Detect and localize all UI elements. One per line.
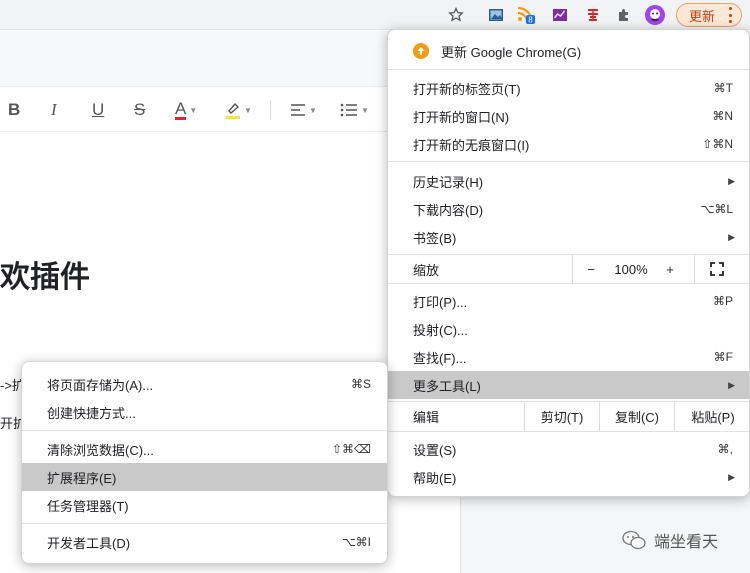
menu-separator — [388, 161, 749, 162]
toolbar-divider — [270, 100, 271, 120]
menu-item-more-tools[interactable]: 更多工具(L) ▶ — [388, 371, 749, 399]
menu-item-label: 帮助(E) — [413, 470, 457, 486]
menu-item-shortcut: ⌘F — [713, 350, 733, 364]
strikethrough-icon[interactable]: S — [134, 100, 145, 120]
menu-item-label: 查找(F)... — [413, 350, 467, 366]
highlight-color-icon[interactable]: ▼ — [225, 100, 252, 120]
submenu-item-create-shortcut[interactable]: 创建快捷方式... — [22, 400, 387, 424]
menu-item-label: 清除浏览数据(C)... — [47, 442, 154, 458]
menu-item-bookmarks[interactable]: 书签(B) ▶ — [388, 225, 749, 249]
watermark-text: 端坐看天 — [654, 534, 719, 551]
bookmark-star-icon[interactable] — [447, 6, 465, 24]
menu-item-label: 打开新的无痕窗口(I) — [413, 137, 530, 153]
menu-item-label: 投射(C)... — [413, 322, 468, 338]
zoom-out-button[interactable]: − — [580, 258, 602, 280]
chart-extension-icon[interactable] — [551, 6, 569, 24]
menu-separator — [388, 69, 749, 70]
menu-item-incognito[interactable]: 打开新的无痕窗口(I) ⇧⌘N — [388, 132, 749, 156]
red-extension-icon[interactable] — [584, 6, 602, 24]
menu-item-label: 将页面存储为(A)... — [47, 377, 154, 393]
underline-icon[interactable]: U — [92, 100, 104, 120]
paste-button[interactable]: 粘贴(P) — [675, 403, 749, 429]
italic-icon[interactable]: I — [51, 100, 57, 120]
menu-item-label: 下载内容(D) — [413, 202, 484, 218]
menu-separator — [22, 523, 387, 524]
image-extension-icon[interactable] — [487, 6, 505, 24]
menu-item-help[interactable]: 帮助(E) ▶ — [388, 465, 749, 489]
menu-item-label: 开发者工具(D) — [47, 535, 131, 551]
rss-extension-icon[interactable]: 8 — [517, 6, 535, 24]
menu-item-downloads[interactable]: 下载内容(D) ⌥⌘L — [388, 197, 749, 221]
fullscreen-icon[interactable] — [708, 260, 726, 278]
menu-item-shortcut: ⌥⌘L — [700, 202, 733, 216]
menu-item-shortcut: ⌘T — [713, 81, 733, 95]
submenu-item-dev-tools[interactable]: 开发者工具(D) ⌥⌘I — [22, 530, 387, 554]
menu-item-label: 更多工具(L) — [413, 378, 481, 394]
wechat-icon — [622, 530, 646, 550]
submenu-arrow-icon: ▶ — [728, 175, 735, 186]
submenu-arrow-icon: ▶ — [728, 379, 735, 390]
menu-item-shortcut: ⇧⌘⌫ — [331, 442, 371, 456]
menu-separator — [388, 431, 749, 432]
menu-item-label: 任务管理器(T) — [47, 498, 129, 514]
menu-item-label: 打开新的窗口(N) — [413, 109, 510, 125]
menu-item-label: 打印(P)... — [413, 294, 468, 310]
browser-toolbar: 8 更新 — [0, 0, 750, 30]
menu-item-print[interactable]: 打印(P)... ⌘P — [388, 289, 749, 313]
menu-item-label: 扩展程序(E) — [47, 470, 117, 486]
more-vert-icon — [729, 7, 732, 23]
menu-item-shortcut: ⌘S — [350, 377, 371, 391]
menu-separator — [388, 401, 749, 402]
profile-avatar-icon[interactable] — [645, 5, 665, 25]
submenu-item-extensions[interactable]: 扩展程序(E) — [22, 463, 387, 491]
align-icon[interactable]: ▼ — [290, 100, 317, 120]
text-color-icon[interactable]: A ▼ — [175, 100, 197, 120]
menu-item-label: 创建快捷方式... — [47, 405, 136, 421]
zoom-in-button[interactable]: + — [659, 258, 681, 280]
update-button-label: 更新 — [689, 8, 716, 24]
update-arrow-icon — [413, 43, 429, 59]
menu-item-find[interactable]: 查找(F)... ⌘F — [388, 345, 749, 369]
menu-item-shortcut: ⌘N — [712, 109, 733, 123]
list-icon[interactable]: ▼ — [340, 100, 369, 120]
menu-item-label: 历史记录(H) — [413, 174, 484, 190]
submenu-arrow-icon: ▶ — [728, 471, 735, 482]
zoom-level: 100% — [614, 261, 648, 277]
submenu-item-clear-data[interactable]: 清除浏览数据(C)... ⇧⌘⌫ — [22, 437, 387, 461]
submenu-item-task-manager[interactable]: 任务管理器(T) — [22, 493, 387, 517]
extension-badge: 8 — [528, 15, 533, 24]
watermark: 端坐看天 — [622, 529, 718, 551]
menu-item-shortcut: ⌘, — [717, 442, 733, 456]
doc-heading: 欢插件 — [0, 261, 90, 294]
bold-icon[interactable]: B — [8, 100, 20, 120]
menu-item-label: 缩放 — [413, 262, 440, 278]
menu-item-shortcut: ⌘P — [712, 294, 733, 308]
menu-item-new-window[interactable]: 打开新的窗口(N) ⌘N — [388, 104, 749, 128]
more-tools-submenu: 将页面存储为(A)... ⌘S 创建快捷方式... 清除浏览数据(C)... ⇧… — [21, 361, 388, 564]
copy-button[interactable]: 复制(C) — [600, 403, 674, 429]
menu-item-shortcut: ⌥⌘I — [341, 535, 371, 549]
menu-item-label: 编辑 — [413, 409, 440, 425]
menu-item-cast[interactable]: 投射(C)... — [388, 317, 749, 341]
menu-item-update-chrome[interactable]: 更新 Google Chrome(G) — [388, 40, 749, 62]
menu-item-label: 设置(S) — [413, 442, 457, 458]
puzzle-extensions-icon[interactable] — [615, 6, 633, 24]
menu-item-settings[interactable]: 设置(S) ⌘, — [388, 437, 749, 461]
submenu-item-save-page[interactable]: 将页面存储为(A)... ⌘S — [22, 372, 387, 396]
menu-item-label: 书签(B) — [413, 230, 457, 246]
zoom-divider — [572, 254, 573, 283]
menu-item-label: 更新 Google Chrome(G) — [441, 44, 582, 60]
submenu-arrow-icon: ▶ — [728, 231, 735, 242]
menu-item-history[interactable]: 历史记录(H) ▶ — [388, 169, 749, 193]
menu-separator — [388, 283, 749, 284]
update-chrome-button[interactable]: 更新 — [676, 3, 742, 27]
menu-item-shortcut: ⇧⌘N — [702, 137, 733, 151]
menu-item-label: 打开新的标签页(T) — [413, 81, 521, 97]
zoom-divider — [694, 254, 695, 283]
menu-item-new-tab[interactable]: 打开新的标签页(T) ⌘T — [388, 76, 749, 100]
cut-button[interactable]: 剪切(T) — [525, 403, 599, 429]
chrome-main-menu: 更新 Google Chrome(G) 打开新的标签页(T) ⌘T 打开新的窗口… — [387, 29, 750, 497]
menu-separator — [22, 430, 387, 431]
